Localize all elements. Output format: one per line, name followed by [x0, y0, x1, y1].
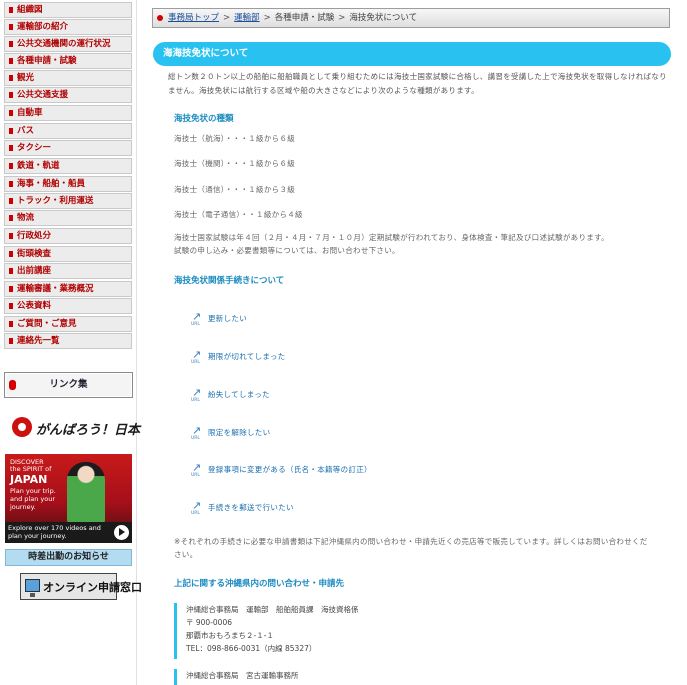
office-postal-code: 〒 900-0006 [186, 618, 232, 627]
breadcrumb: 事務局トップ > 運輸部 > 各種申請・試験 > 海技免状について [152, 8, 670, 28]
banner-plan-text: Plan your trip. and plan your journey. [10, 487, 56, 511]
banner-bottom-bar: Explore over 170 videos and plan your jo… [5, 522, 132, 543]
online-application-button[interactable]: オンライン申請窓口 [20, 573, 142, 600]
ganbaro-nippon-text: がんばろう！日本 [36, 423, 141, 438]
office-address: 那覇市おもろまち２-１-１ [186, 631, 274, 640]
online-application-label: オンライン申請窓口 [43, 581, 142, 594]
staggered-commute-notice[interactable]: 時差出勤のお知らせ [5, 549, 132, 566]
breadcrumb-section-link[interactable]: 運輸部 [234, 13, 260, 23]
procedure-link-label: 期限が切れてしまった [208, 352, 286, 361]
sidebar-item-roadside-inspection[interactable]: 街頭検査 [4, 246, 132, 262]
sidebar-item-logistics[interactable]: 物流 [4, 210, 132, 226]
contact-heading: 上記に関する沖縄県内の問い合わせ・申請先 [174, 579, 345, 589]
external-link-icon: ↗ URL [191, 310, 202, 327]
contact-office-naha: 沖縄総合事務局 運輸部 船舶船員課 海技資格係 〒 900-0006 那覇市おも… [174, 603, 654, 659]
procedure-link-label: 紛失してしまった [208, 390, 270, 399]
sidebar-item-applications-exams[interactable]: 各種申請・試験 [4, 53, 132, 69]
external-link-icon: ↗ URL [191, 386, 202, 403]
sidebar-item-bus[interactable]: バス [4, 123, 132, 139]
sidebar-item-transit-status[interactable]: 公共交通機関の運行状況 [4, 36, 132, 52]
license-type-radio: 海技士（通信）・・・１級から３級 [174, 185, 296, 194]
sidebar-item-council-overview[interactable]: 運輸審議・業務概況 [4, 281, 132, 297]
sidebar-item-contact-list[interactable]: 連絡先一覧 [4, 333, 132, 349]
sidebar-item-administrative-action[interactable]: 行政処分 [4, 228, 132, 244]
external-link-icon: ↗ URL [191, 424, 202, 441]
exam-schedule-note: 海技士国家試験は年４回（２月・４月・７月・１０月）定期試験が行われており、身体検… [174, 233, 609, 255]
external-link-icon: ↗ URL [191, 499, 202, 516]
intro-paragraph: 総トン数２０トン以上の船舶に船舶職員として乗り組むためには海技士国家試験に合格し… [168, 72, 667, 95]
sidebar-item-automobile[interactable]: 自動車 [4, 105, 132, 121]
bullet-icon [9, 380, 16, 390]
license-type-engine: 海技士（機関）・・・１級から６級 [174, 159, 296, 168]
sidebar-item-railway[interactable]: 鉄道・軌道 [4, 158, 132, 174]
license-types-heading: 海技免状の種類 [174, 114, 234, 124]
external-link-icon: ↗ URL [191, 461, 202, 478]
external-link-icon: ↗ URL [191, 348, 202, 365]
sidebar: 組織図 運輸部の紹介 公共交通機関の運行状況 各種申請・試験 観光 公共交通支援… [0, 0, 142, 685]
procedures-heading: 海技免状関係手続きについて [174, 276, 285, 286]
banner-explore-text: Explore over 170 videos and plan your jo… [8, 524, 101, 540]
office-name: 沖縄総合事務局 運輸部 船舶船員課 海技資格係 [186, 605, 359, 614]
links-button[interactable]: リンク集 [4, 372, 133, 398]
maiko-figure-image [67, 462, 105, 524]
computer-icon [25, 579, 40, 597]
sidebar-item-organization-chart[interactable]: 組織図 [4, 2, 132, 18]
procedures-note: ※それぞれの手続きに必要な申請書類は下記沖縄県内の問い合わせ・申請先近くの売店等… [174, 537, 648, 559]
sidebar-item-transit-support[interactable]: 公共交通支援 [4, 87, 132, 103]
procedure-link-label: 更新したい [208, 314, 247, 323]
sidebar-item-outreach-lectures[interactable]: 出前講座 [4, 263, 132, 279]
main-content: 事務局トップ > 運輸部 > 各種申請・試験 > 海技免状について 海海技免状について 総ト… [137, 0, 687, 685]
breadcrumb-category: 各種申請・試験 [274, 13, 335, 23]
procedure-link-label: 手続きを郵送で行いたい [208, 503, 294, 512]
license-type-electronic-radio: 海技士（電子通信）・・１級から４級 [174, 210, 303, 219]
license-type-navigation: 海技士（航海）・・・１級から６級 [174, 134, 296, 143]
sidebar-item-trucking[interactable]: トラック・利用運送 [4, 193, 132, 209]
rising-sun-logo-icon [12, 417, 32, 437]
sidebar-item-department-intro[interactable]: 運輸部の紹介 [4, 19, 132, 35]
banner-japan-text: JAPAN [10, 473, 48, 486]
ganbaro-nippon-banner[interactable]: がんばろう！日本 [8, 412, 140, 444]
banner-discover-text: DISCOVER the SPIRIT of [10, 458, 52, 473]
procedure-link-label: 登録事項に変更がある（氏名・本籍等の訂正） [208, 465, 372, 474]
contact-office-miyako: 沖縄総合事務局 宮古運輸事務所 [174, 669, 654, 685]
sidebar-item-public-documents[interactable]: 公表資料 [4, 298, 132, 314]
office-name: 沖縄総合事務局 宮古運輸事務所 [186, 671, 299, 680]
sidebar-item-taxi[interactable]: タクシー [4, 140, 132, 156]
discover-japan-banner[interactable]: DISCOVER the SPIRIT of JAPAN Plan your tr… [5, 454, 132, 543]
sidebar-item-questions-feedback[interactable]: ご質問・ご意見 [4, 316, 132, 332]
breadcrumb-current: 海技免状について [349, 13, 418, 23]
office-phone: TEL：098-866-0031（内線 85327） [186, 644, 317, 653]
procedure-link-label: 限定を解除したい [208, 428, 271, 437]
play-icon[interactable] [114, 525, 129, 540]
sidebar-item-maritime[interactable]: 海事・船舶・船員 [4, 176, 132, 192]
links-button-label: リンク集 [49, 379, 88, 390]
breadcrumb-home-link[interactable]: 事務局トップ [168, 13, 219, 23]
page-title: 海海技免状について [153, 42, 671, 66]
sidebar-item-tourism[interactable]: 観光 [4, 70, 132, 86]
